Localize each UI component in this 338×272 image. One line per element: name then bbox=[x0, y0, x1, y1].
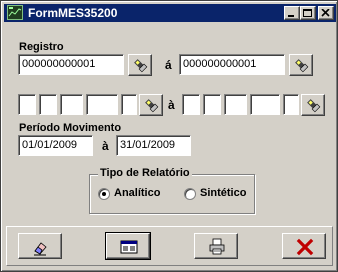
periodo-separator: à bbox=[102, 139, 109, 153]
exit-button[interactable] bbox=[282, 233, 326, 259]
range2-to-part1-field[interactable] bbox=[182, 94, 200, 115]
maximize-button[interactable] bbox=[300, 6, 316, 20]
range2-from-part2-field[interactable] bbox=[39, 94, 57, 115]
app-logo-icon[interactable] bbox=[7, 5, 23, 20]
range2-from-part3-field[interactable] bbox=[60, 94, 83, 115]
registro-from-lookup-button[interactable] bbox=[128, 54, 152, 76]
minimize-button[interactable] bbox=[284, 6, 300, 20]
range2-to-part4-field[interactable] bbox=[250, 94, 280, 115]
radio-sintetico-label[interactable]: Sintético bbox=[200, 187, 246, 199]
radio-analitico-label[interactable]: Analítico bbox=[114, 187, 160, 199]
form-window: FormMES35200 Registro 000000000001 á 000… bbox=[0, 0, 338, 272]
flashlight-icon bbox=[145, 99, 159, 113]
close-window-button[interactable] bbox=[318, 6, 334, 20]
radio-analitico[interactable] bbox=[98, 188, 110, 200]
periodo-from-field[interactable]: 01/01/2009 bbox=[18, 135, 93, 156]
printer-icon bbox=[209, 238, 225, 255]
preview-icon bbox=[120, 240, 138, 254]
x-icon bbox=[296, 238, 314, 256]
range2-from-lookup-button[interactable] bbox=[139, 94, 163, 116]
flashlight-icon bbox=[295, 59, 309, 73]
print-button[interactable] bbox=[194, 233, 238, 259]
eraser-icon bbox=[34, 242, 47, 256]
range2-from-part1-field[interactable] bbox=[18, 94, 36, 115]
range2-to-part5-field[interactable] bbox=[283, 94, 299, 115]
preview-button[interactable] bbox=[105, 232, 151, 260]
registro-to-field[interactable]: 000000000001 bbox=[179, 54, 285, 75]
registro-to-lookup-button[interactable] bbox=[289, 54, 313, 76]
range2-to-part2-field[interactable] bbox=[203, 94, 221, 115]
flashlight-icon bbox=[307, 99, 321, 113]
registro-from-field[interactable]: 000000000001 bbox=[18, 54, 124, 75]
clear-button[interactable] bbox=[18, 233, 62, 259]
window-title: FormMES35200 bbox=[28, 6, 118, 20]
range2-separator: à bbox=[168, 98, 175, 112]
range2-from-part4-field[interactable] bbox=[86, 94, 118, 115]
flashlight-icon bbox=[134, 59, 148, 73]
periodo-to-field[interactable]: 31/01/2009 bbox=[116, 135, 191, 156]
tipo-relatorio-title: Tipo de Relatório bbox=[98, 167, 192, 179]
radio-selected-dot bbox=[102, 192, 106, 196]
registro-separator: á bbox=[165, 58, 172, 72]
radio-sintetico[interactable] bbox=[184, 188, 196, 200]
range2-to-part3-field[interactable] bbox=[224, 94, 247, 115]
periodo-label: Período Movimento bbox=[19, 122, 122, 134]
range2-from-part5-field[interactable] bbox=[121, 94, 137, 115]
registro-label: Registro bbox=[19, 41, 64, 53]
range2-to-lookup-button[interactable] bbox=[301, 94, 325, 116]
title-bar[interactable]: FormMES35200 bbox=[4, 4, 336, 22]
